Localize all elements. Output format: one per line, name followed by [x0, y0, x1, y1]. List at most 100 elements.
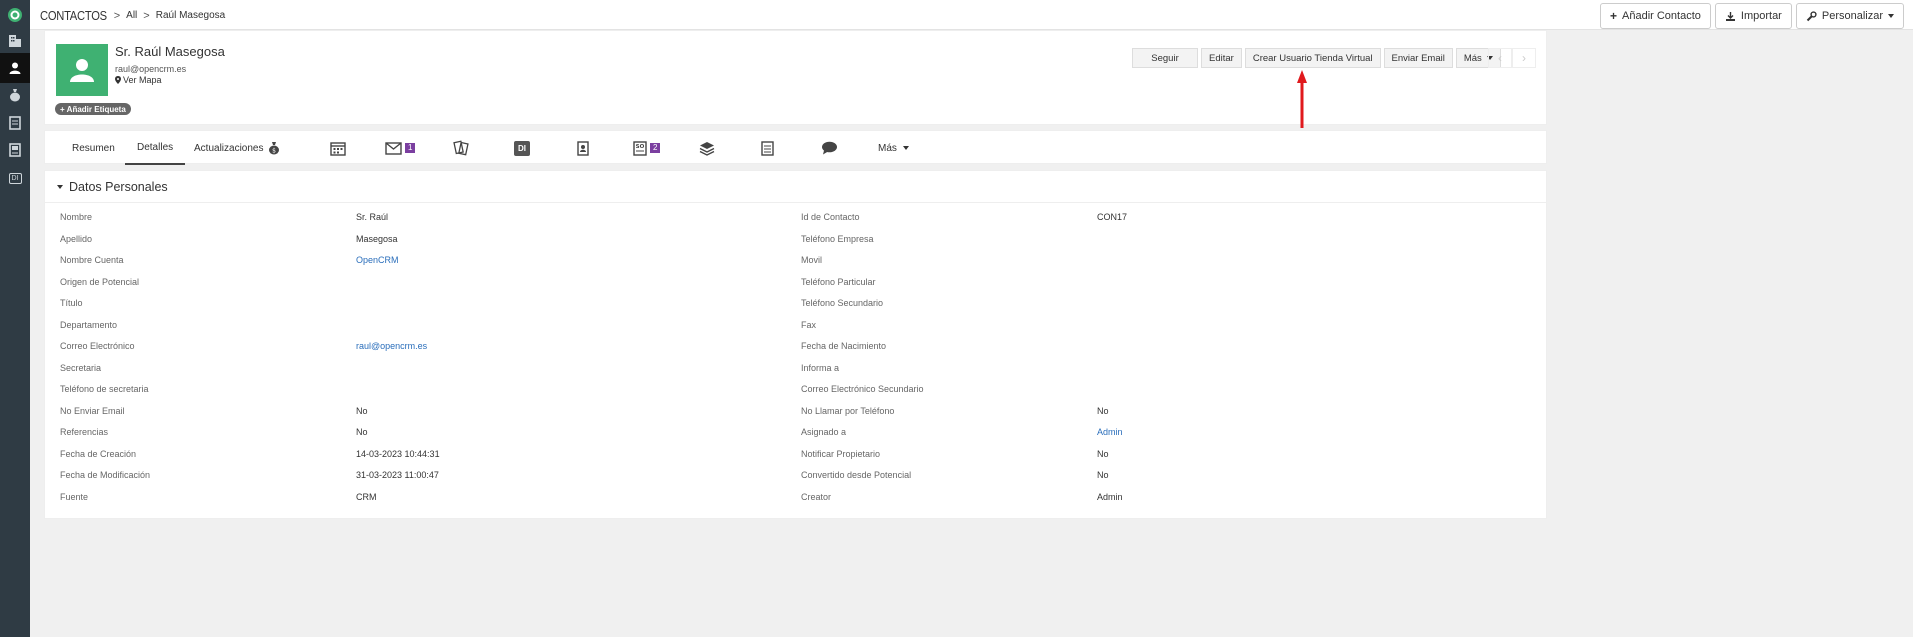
- sales-order-icon: SO: [633, 140, 647, 156]
- edit-button[interactable]: Editar: [1201, 48, 1242, 68]
- breadcrumb-module[interactable]: CONTACTOS: [40, 8, 107, 23]
- download-icon: [1725, 11, 1735, 21]
- field-value: CRM: [356, 492, 377, 502]
- document-icon[interactable]: [0, 108, 30, 138]
- customize-button[interactable]: Personalizar: [1795, 3, 1904, 29]
- box-stack-icon: [699, 141, 715, 156]
- details-panel: Datos Personales Nombre Sr. Raúl Apellido M…: [44, 170, 1547, 519]
- field-label: Origen de Potencial: [60, 277, 140, 287]
- tab-products[interactable]: [699, 138, 715, 158]
- tab-sales-orders[interactable]: SO 2: [633, 138, 661, 158]
- field-label: Fecha de Modificación: [60, 470, 151, 480]
- field-label: Referencias: [60, 427, 109, 437]
- documents-icon: [453, 140, 469, 156]
- tab-calendar[interactable]: [330, 138, 346, 158]
- next-record-icon[interactable]: ›: [1512, 48, 1536, 68]
- comment-icon: [822, 141, 837, 155]
- section-toggle[interactable]: Datos Personales: [57, 180, 168, 194]
- previous-record-icon[interactable]: ‹: [1488, 48, 1512, 68]
- field-label: Teléfono de secretaria: [60, 384, 149, 394]
- di-icon-label: DI: [8, 172, 22, 184]
- tab-documents[interactable]: [453, 138, 469, 158]
- money-bag-icon[interactable]: [0, 80, 30, 110]
- field-label: Departamento: [60, 320, 118, 330]
- svg-text:$: $: [273, 148, 277, 155]
- tab-bar: Resumen Detalles Actualizaciones $ 1 DI …: [44, 130, 1547, 165]
- field-value: No: [1097, 406, 1109, 416]
- import-button[interactable]: Importar: [1714, 3, 1792, 29]
- contact-email[interactable]: raul@opencrm.es: [115, 64, 186, 74]
- section-title: Datos Personales: [69, 180, 168, 194]
- svg-text:SO: SO: [636, 144, 645, 150]
- create-store-user-button[interactable]: Crear Usuario Tienda Virtual: [1244, 48, 1381, 68]
- field-value-link[interactable]: OpenCRM: [356, 255, 399, 265]
- tab-updates[interactable]: Actualizaciones $: [194, 131, 280, 165]
- tab-comments[interactable]: [821, 138, 838, 158]
- wrench-icon: [1806, 10, 1817, 21]
- field-value-link[interactable]: raul@opencrm.es: [356, 341, 427, 351]
- field-value: CON17: [1097, 212, 1128, 222]
- plus-icon: +: [1609, 9, 1617, 23]
- contact-icon[interactable]: [0, 53, 30, 83]
- field-value: 31-03-2023 11:00:47: [356, 470, 439, 480]
- top-actions: + Añadir Contacto Importar Personalizar: [1599, 3, 1904, 29]
- calendar-icon: [330, 141, 346, 156]
- field-label: Movil: [801, 255, 823, 265]
- section-divider: [45, 202, 1546, 203]
- record-actions: Seguir Editar Crear Usuario Tienda Virtu…: [1132, 48, 1501, 68]
- map-link[interactable]: Ver Mapa: [115, 75, 162, 85]
- sales-orders-count-badge: 2: [650, 143, 661, 153]
- follow-button[interactable]: Seguir: [1132, 48, 1198, 68]
- breadcrumb-all[interactable]: All: [126, 10, 137, 21]
- map-link-label: Ver Mapa: [123, 75, 162, 85]
- field-label: Título: [60, 298, 83, 308]
- di-icon[interactable]: DI: [0, 163, 30, 193]
- field-label: Creator: [801, 492, 832, 502]
- tab-more-label: Más: [878, 142, 897, 154]
- field-label: Teléfono Secundario: [801, 298, 884, 308]
- chevron-down-icon: [902, 146, 909, 150]
- money-bag-icon: $: [269, 142, 280, 155]
- field-label: Convertido desde Potencial: [801, 470, 912, 480]
- map-marker-icon: [115, 76, 121, 84]
- tab-summary[interactable]: Resumen: [72, 131, 115, 165]
- building-icon[interactable]: [0, 26, 30, 56]
- tab-more[interactable]: Más: [878, 131, 909, 165]
- contact-header: Sr. Raúl Masegosa raul@opencrm.es Ver Ma…: [44, 30, 1547, 125]
- field-label: Notificar Propietario: [801, 449, 881, 459]
- tab-di[interactable]: DI: [514, 138, 530, 158]
- field-label: Informa a: [801, 363, 840, 373]
- field-label: Fecha de Creación: [60, 449, 137, 459]
- tab-details[interactable]: Detalles: [125, 131, 186, 165]
- field-label: Id de Contacto: [801, 212, 860, 222]
- contact-name: Sr. Raúl Masegosa: [115, 44, 225, 59]
- field-label: No Llamar por Teléfono: [801, 406, 895, 416]
- field-label: Correo Electrónico Secundario: [801, 384, 924, 394]
- emails-count-badge: 1: [405, 143, 416, 153]
- more-actions-label: Más: [1463, 52, 1482, 64]
- id-card-icon[interactable]: [0, 135, 30, 165]
- avatar: [56, 44, 108, 96]
- field-label: No Enviar Email: [60, 406, 125, 416]
- add-contact-button[interactable]: + Añadir Contacto: [1599, 3, 1711, 29]
- field-value: No: [356, 406, 368, 416]
- field-label: Nombre: [60, 212, 93, 222]
- user-icon: [70, 59, 94, 82]
- field-label: Teléfono Particular: [801, 277, 876, 287]
- top-bar: CONTACTOS > All > Raúl Masegosa + Añadir…: [30, 0, 1913, 30]
- field-label: Teléfono Empresa: [801, 234, 874, 244]
- field-value: No: [1097, 449, 1109, 459]
- add-tag-button[interactable]: + Añadir Etiqueta: [55, 103, 131, 115]
- tab-emails[interactable]: 1: [385, 138, 416, 158]
- tab-updates-label: Actualizaciones: [194, 142, 264, 154]
- notes-icon: [761, 140, 774, 156]
- field-value-link[interactable]: Admin: [1097, 427, 1123, 437]
- breadcrumb-separator: >: [113, 9, 121, 22]
- left-sidebar: DI: [0, 0, 30, 637]
- tab-notes[interactable]: [761, 138, 774, 158]
- field-label: Fax: [801, 320, 817, 330]
- send-email-button[interactable]: Enviar Email: [1383, 48, 1453, 68]
- field-label: Fuente: [60, 492, 89, 502]
- chevron-down-icon: [1888, 14, 1894, 18]
- tab-contact-card[interactable]: [577, 138, 589, 158]
